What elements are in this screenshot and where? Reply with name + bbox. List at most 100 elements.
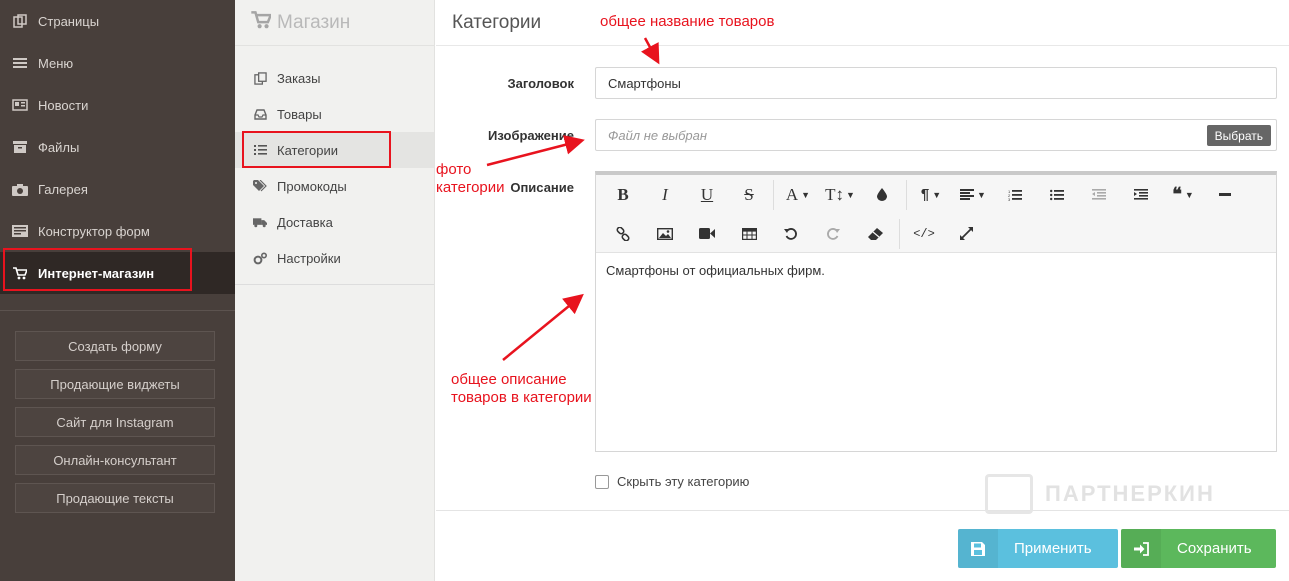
horizontal-rule-icon[interactable] bbox=[1204, 180, 1246, 210]
subnav-item-delivery[interactable]: Доставка bbox=[235, 204, 434, 240]
floppy-icon bbox=[958, 529, 998, 568]
editor-toolbar: B I U S A ▼ T↕ ▼ ¶ ▼ ▼ 123 ❝ ▼ </> bbox=[596, 175, 1276, 253]
sidebar-item-pages[interactable]: Страницы bbox=[0, 0, 235, 42]
watermark-logo bbox=[985, 474, 1033, 514]
rich-text-editor: B I U S A ▼ T↕ ▼ ¶ ▼ ▼ 123 ❝ ▼ </> Смарт… bbox=[595, 171, 1277, 452]
sidebar-item-label: Файлы bbox=[38, 139, 80, 155]
unordered-list-icon[interactable] bbox=[1036, 180, 1078, 210]
sidebar-item-gallery[interactable]: Галерея bbox=[0, 168, 235, 210]
eraser-icon[interactable] bbox=[854, 219, 896, 249]
tags-icon bbox=[253, 180, 267, 192]
choose-file-button[interactable]: Выбрать bbox=[1206, 125, 1271, 146]
copy-icon bbox=[253, 71, 267, 85]
watermark-text: ПАРТНЕРКИН bbox=[1045, 481, 1215, 506]
instagram-site-button[interactable]: Сайт для Instagram bbox=[15, 407, 215, 437]
outdent-icon[interactable] bbox=[1078, 180, 1120, 210]
underline-icon[interactable]: U bbox=[686, 180, 728, 210]
subnav-item-settings[interactable]: Настройки bbox=[235, 240, 434, 276]
subnav-item-label: Заказы bbox=[277, 70, 321, 86]
link-icon[interactable] bbox=[602, 219, 644, 249]
subnav-item-label: Промокоды bbox=[277, 178, 347, 194]
camera-icon bbox=[12, 182, 28, 196]
subnav-header: Магазин bbox=[235, 0, 434, 46]
annotation-title-note: общее название товаров bbox=[600, 13, 775, 30]
subnav-item-promocodes[interactable]: Промокоды bbox=[235, 168, 434, 204]
apply-label: Применить bbox=[1014, 540, 1092, 557]
table-icon[interactable] bbox=[728, 219, 770, 249]
annotation-desc-note-2: товаров в категории bbox=[451, 389, 592, 406]
sidebar-divider bbox=[0, 310, 235, 311]
annotation-photo-note-2: категории bbox=[436, 179, 505, 196]
files-icon bbox=[12, 140, 28, 154]
toolbar-separator bbox=[899, 218, 900, 249]
hide-category-label: Скрыть эту категорию bbox=[617, 474, 750, 489]
cart-icon bbox=[251, 10, 273, 35]
redo-icon[interactable] bbox=[812, 219, 854, 249]
highlight-shop-box bbox=[3, 248, 192, 291]
hide-category-row[interactable]: Скрыть эту категорию bbox=[595, 474, 749, 489]
pages-icon bbox=[12, 14, 28, 28]
page-title: Категории bbox=[436, 0, 1289, 46]
subnav-divider bbox=[235, 284, 434, 285]
toolbar-separator bbox=[906, 179, 907, 210]
bold-icon[interactable]: B bbox=[602, 180, 644, 210]
sidebar-item-label: Страницы bbox=[38, 13, 100, 29]
editor-content[interactable]: Смартфоны от официальных фирм. bbox=[596, 253, 1276, 288]
truck-icon bbox=[253, 217, 267, 228]
shop-subnav: Магазин Заказы Товары Категории Промокод… bbox=[235, 0, 435, 581]
subnav-item-label: Товары bbox=[277, 106, 322, 122]
form-builder-icon bbox=[12, 224, 28, 238]
sidebar-item-files[interactable]: Файлы bbox=[0, 126, 235, 168]
title-label: Заголовок bbox=[507, 76, 574, 91]
title-input[interactable]: Смартфоны bbox=[595, 67, 1277, 99]
align-left-icon[interactable]: ▼ bbox=[952, 180, 994, 210]
cogs-icon bbox=[253, 252, 267, 265]
news-icon bbox=[12, 98, 28, 112]
sidebar-item-label: Конструктор форм bbox=[38, 223, 150, 239]
video-icon[interactable] bbox=[686, 219, 728, 249]
italic-icon[interactable]: I bbox=[644, 180, 686, 210]
highlight-categories-box bbox=[242, 131, 391, 168]
paragraph-icon[interactable]: ¶ ▼ bbox=[910, 180, 952, 210]
hide-category-checkbox[interactable] bbox=[595, 474, 609, 489]
selling-widgets-button[interactable]: Продающие виджеты bbox=[15, 369, 215, 399]
image-label: Изображение bbox=[488, 128, 574, 143]
subnav-item-products[interactable]: Товары bbox=[235, 96, 434, 132]
sidebar-item-label: Галерея bbox=[38, 181, 88, 197]
undo-icon[interactable] bbox=[770, 219, 812, 249]
sidebar-item-form-builder[interactable]: Конструктор форм bbox=[0, 210, 235, 252]
quote-icon[interactable]: ❝ ▼ bbox=[1162, 180, 1204, 210]
sign-in-icon bbox=[1121, 529, 1161, 568]
sidebar-item-menu[interactable]: Меню bbox=[0, 42, 235, 84]
color-drop-icon[interactable] bbox=[861, 180, 903, 210]
font-size-icon[interactable]: A ▼ bbox=[777, 180, 819, 210]
toolbar-separator bbox=[773, 179, 774, 210]
subnav-title: Магазин bbox=[277, 11, 351, 33]
subnav-item-orders[interactable]: Заказы bbox=[235, 60, 434, 96]
image-file-input[interactable]: Файл не выбран Выбрать bbox=[595, 119, 1277, 151]
selling-texts-button[interactable]: Продающие тексты bbox=[15, 483, 215, 513]
annotation-photo-note-1: фото bbox=[436, 161, 472, 178]
create-form-button[interactable]: Создать форму bbox=[15, 331, 215, 361]
annotation-desc-note-1: общее описание bbox=[451, 371, 567, 388]
save-button[interactable]: Сохранить bbox=[1121, 529, 1276, 568]
save-label: Сохранить bbox=[1177, 540, 1252, 557]
subnav-item-label: Настройки bbox=[277, 250, 341, 266]
online-consultant-button[interactable]: Онлайн-консультант bbox=[15, 445, 215, 475]
fullscreen-icon[interactable] bbox=[945, 219, 987, 249]
indent-icon[interactable] bbox=[1120, 180, 1162, 210]
code-view-icon[interactable]: </> bbox=[903, 219, 945, 249]
sidebar-item-label: Новости bbox=[38, 97, 89, 113]
file-placeholder: Файл не выбран bbox=[608, 127, 708, 143]
watermark: ПАРТНЕРКИН bbox=[985, 474, 1215, 514]
ordered-list-icon[interactable]: 123 bbox=[994, 180, 1036, 210]
text-height-icon[interactable]: T↕ ▼ bbox=[819, 180, 861, 210]
apply-button[interactable]: Применить bbox=[958, 529, 1118, 568]
image-icon[interactable] bbox=[644, 219, 686, 249]
strikethrough-icon[interactable]: S bbox=[728, 180, 770, 210]
svg-text:3: 3 bbox=[1008, 197, 1011, 201]
toolbar-row: B I U S A ▼ T↕ ▼ ¶ ▼ ▼ 123 ❝ ▼ bbox=[596, 175, 1276, 214]
inbox-icon bbox=[253, 108, 267, 120]
toolbar-row: </> bbox=[596, 214, 1276, 253]
sidebar-item-news[interactable]: Новости bbox=[0, 84, 235, 126]
